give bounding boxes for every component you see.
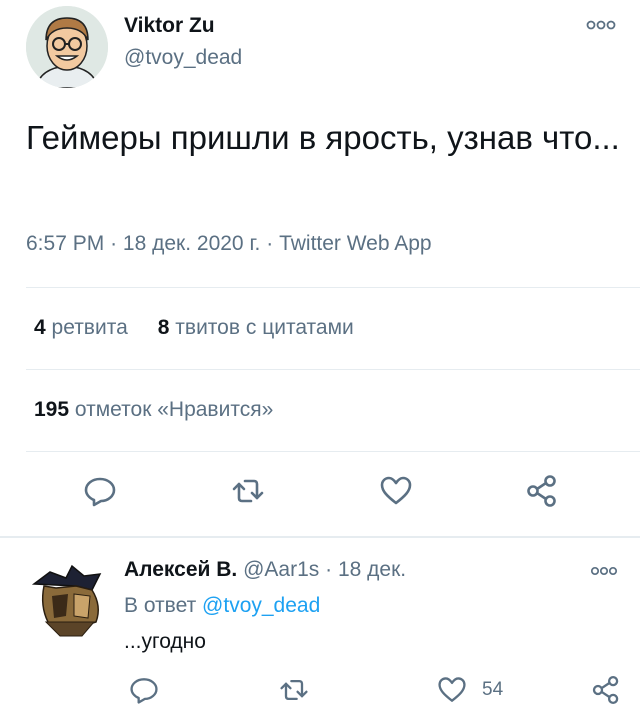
likes-count: 195	[34, 398, 70, 421]
retweets-stat[interactable]: 4 ретвита	[34, 316, 128, 339]
likes-stat[interactable]: 195 отметок «Нравится»	[34, 398, 273, 422]
quotes-stat[interactable]: 8 твитов с цитатами	[158, 316, 354, 339]
share-button[interactable]	[524, 473, 560, 509]
reply-like-count: 54	[482, 679, 504, 700]
meta-separator: ·	[325, 558, 333, 581]
reply-author-handle[interactable]: @Aar1s	[243, 558, 319, 581]
more-options-icon[interactable]	[590, 564, 618, 576]
tweet-meta: 6:57 PM · 18 дек. 2020 г. · Twitter Web …	[26, 232, 432, 256]
avatar-dark-character-icon	[26, 556, 110, 640]
reply-tweet[interactable]: Алексей В. @Aar1s · 18 дек. В ответ @tvo…	[0, 538, 640, 725]
main-tweet: Viktor Zu @tvoy_dead Геймеры пришли в яр…	[0, 0, 640, 536]
author-name[interactable]: Viktor Zu	[124, 14, 215, 38]
reply-author-name[interactable]: Алексей В.	[124, 558, 237, 581]
heart-icon	[438, 677, 466, 702]
reply-author-avatar[interactable]	[26, 556, 110, 640]
reply-icon	[130, 678, 158, 704]
retweets-label: ретвита	[51, 316, 128, 339]
avatar-cartoon-man-icon	[26, 6, 108, 88]
like-button[interactable]	[436, 674, 468, 706]
share-icon	[527, 475, 556, 507]
like-button[interactable]	[378, 473, 414, 509]
reply-button[interactable]	[128, 674, 160, 706]
engagement-stats: 4 ретвита 8 твитов с цитатами	[34, 316, 354, 340]
heart-icon	[380, 476, 412, 505]
retweet-button[interactable]	[278, 674, 310, 706]
reply-header: Алексей В. @Aar1s · 18 дек.	[124, 558, 406, 582]
more-options-icon[interactable]	[586, 18, 616, 32]
retweet-icon	[232, 479, 264, 503]
share-button[interactable]	[590, 674, 622, 706]
reply-icon	[84, 477, 116, 507]
replying-to-label: В ответ	[124, 594, 197, 617]
share-icon	[592, 675, 619, 705]
meta-separator: ·	[266, 232, 274, 255]
replying-to: В ответ @tvoy_dead	[124, 594, 320, 618]
divider	[26, 451, 640, 452]
tweet-date[interactable]: 18 дек. 2020 г.	[123, 232, 260, 255]
reply-button[interactable]	[82, 473, 118, 509]
quotes-label: твитов с цитатами	[175, 316, 354, 339]
divider	[26, 287, 640, 288]
meta-separator: ·	[110, 232, 118, 255]
likes-label: отметок «Нравится»	[74, 398, 274, 421]
retweet-icon	[280, 679, 308, 701]
quotes-count: 8	[157, 316, 170, 339]
retweet-button[interactable]	[230, 473, 266, 509]
divider	[26, 369, 640, 370]
author-avatar[interactable]	[26, 6, 108, 88]
retweets-count: 4	[34, 316, 46, 339]
tweet-time[interactable]: 6:57 PM	[26, 232, 104, 255]
reply-date[interactable]: 18 дек.	[338, 558, 406, 581]
replying-to-handle[interactable]: @tvoy_dead	[202, 594, 320, 617]
tweet-text: Геймеры пришли в ярость, узнав что...	[26, 119, 620, 156]
reply-text: ...угодно	[124, 630, 206, 653]
author-handle[interactable]: @tvoy_dead	[124, 46, 242, 70]
tweet-source[interactable]: Twitter Web App	[279, 232, 432, 255]
